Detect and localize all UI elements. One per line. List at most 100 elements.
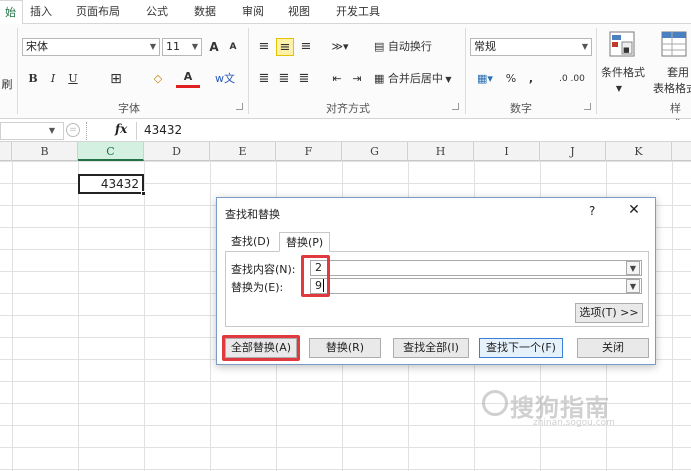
name-box[interactable]: ▼ xyxy=(0,122,64,140)
format-as-table-button-line2[interactable]: 表格格式 xyxy=(650,80,691,98)
column-header-e[interactable]: E xyxy=(210,142,276,161)
align-center-button[interactable]: ≣ xyxy=(276,70,292,88)
column-header-row: B C D E F G H I J K xyxy=(0,142,691,161)
tab-insert[interactable]: 插入 xyxy=(24,0,58,24)
column-header-b[interactable]: B xyxy=(12,142,78,161)
svg-text:■: ■ xyxy=(623,46,630,54)
font-dialog-launcher[interactable] xyxy=(236,103,243,110)
chevron-down-icon: ▼ xyxy=(191,42,198,51)
indent-decrease-icon: ⇤ xyxy=(332,72,342,85)
chevron-down-icon: ▼ xyxy=(442,75,452,84)
ribbon: 刷 宋体 ▼ 11 ▼ A A B I U ⊞ ◇ A w文 字体 ≡ ≡ ≡ … xyxy=(0,24,691,131)
active-cell[interactable]: 43432 xyxy=(78,174,146,196)
alignment-dialog-launcher[interactable] xyxy=(452,103,459,110)
chevron-down-icon[interactable]: ▼ xyxy=(626,279,640,293)
chevron-down-icon: ▼ xyxy=(48,126,55,135)
decrease-indent-button[interactable]: ⇤ xyxy=(328,70,346,88)
column-header-j[interactable]: J xyxy=(540,142,606,161)
align-middle-button[interactable]: ≡ xyxy=(276,38,294,56)
chevron-down-icon: ▼ xyxy=(581,42,588,51)
tab-find[interactable]: 查找(D) xyxy=(225,232,276,252)
tab-review[interactable]: 审阅 xyxy=(236,0,270,24)
find-what-input[interactable]: 2 xyxy=(310,260,642,276)
find-next-button[interactable]: 查找下一个(F) xyxy=(479,338,563,358)
number-group-label: 数字 xyxy=(510,102,532,115)
insert-function-button[interactable]: fx xyxy=(115,122,127,136)
align-right-button[interactable]: ≣ xyxy=(296,70,312,88)
merge-center-button[interactable]: ▦ 合并后居中 ▼ xyxy=(374,70,460,88)
tab-view[interactable]: 视图 xyxy=(282,0,316,24)
column-header-f[interactable]: F xyxy=(276,142,342,161)
align-right-icon: ≣ xyxy=(298,71,310,86)
increase-indent-button[interactable]: ⇥ xyxy=(348,70,366,88)
font-name-select[interactable]: 宋体 ▼ xyxy=(22,38,160,56)
find-replace-dialog: 查找和替换 ? ✕ 查找(D) 替换(P) 查找内容(N): 2 ▼ 替换为(E… xyxy=(216,197,656,365)
currency-icon: ▦▾ xyxy=(477,72,493,85)
paint-bucket-icon: ◇ xyxy=(153,72,163,85)
wrap-text-icon: ▤ xyxy=(374,40,388,53)
column-header-c[interactable]: C xyxy=(78,142,144,161)
tab-home[interactable]: 始 xyxy=(0,0,23,24)
decimal-buttons[interactable]: .0 .00 xyxy=(552,70,592,88)
column-header-h[interactable]: H xyxy=(408,142,474,161)
merge-icon: ▦ xyxy=(374,72,388,85)
fill-color-button[interactable]: ◇ xyxy=(146,70,170,88)
fill-handle[interactable] xyxy=(141,191,146,196)
options-button[interactable]: 选项(T) >> xyxy=(575,303,643,323)
replace-button[interactable]: 替换(R) xyxy=(309,338,381,358)
close-icon[interactable]: ✕ xyxy=(625,202,643,218)
tab-data[interactable]: 数据 xyxy=(188,0,222,24)
tab-formulas[interactable]: 公式 xyxy=(140,0,174,24)
font-size-select[interactable]: 11 ▼ xyxy=(162,38,202,56)
tab-developer[interactable]: 开发工具 xyxy=(330,0,386,24)
select-all-corner[interactable] xyxy=(0,142,12,161)
close-button[interactable]: 关闭 xyxy=(577,338,649,358)
align-top-button[interactable]: ≡ xyxy=(256,38,272,56)
grow-font-button[interactable]: A xyxy=(206,38,222,56)
percent-button[interactable]: % xyxy=(504,70,518,88)
phonetic-icon: w文 xyxy=(215,72,235,85)
chevron-down-icon[interactable]: ▼ xyxy=(626,261,640,275)
help-button[interactable]: ? xyxy=(589,204,595,218)
align-left-button[interactable]: ≣ xyxy=(256,70,272,88)
italic-button[interactable]: I xyxy=(46,70,60,88)
column-header-d[interactable]: D xyxy=(144,142,210,161)
tab-replace[interactable]: 替换(P) xyxy=(279,232,331,252)
orientation-icon: ≫▾ xyxy=(331,40,349,53)
number-dialog-launcher[interactable] xyxy=(584,103,591,110)
accounting-format-button[interactable]: ▦▾ xyxy=(472,70,498,88)
replace-with-input[interactable]: 9 xyxy=(310,278,642,294)
orientation-button[interactable]: ≫▾ xyxy=(330,38,350,56)
cell-value: 43432 xyxy=(100,177,139,191)
chevron-down-icon: ▼ xyxy=(615,84,623,93)
number-format-value: 常规 xyxy=(474,40,496,53)
column-header-k[interactable]: K xyxy=(606,142,672,161)
find-all-button[interactable]: 查找全部(I) xyxy=(393,338,469,358)
dialog-title: 查找和替换 xyxy=(225,208,280,221)
font-name-value: 宋体 xyxy=(26,40,48,53)
conditional-format-icon: ■ xyxy=(608,30,636,58)
column-header-i[interactable]: I xyxy=(474,142,540,161)
ribbon-tab-bar: 始 插入 页面布局 公式 数据 审阅 视图 开发工具 xyxy=(0,0,691,24)
column-header-g[interactable]: G xyxy=(342,142,408,161)
tab-page-layout[interactable]: 页面布局 xyxy=(70,0,126,24)
formula-bar-divider xyxy=(86,122,88,140)
font-size-value: 11 xyxy=(166,40,180,53)
formula-input[interactable]: 43432 xyxy=(144,123,182,137)
comma-button[interactable]: , xyxy=(524,70,538,88)
number-format-select[interactable]: 常规 ▼ xyxy=(470,38,592,56)
font-color-button[interactable]: A xyxy=(176,70,200,88)
underline-button[interactable]: U xyxy=(66,70,80,88)
wrap-text-button[interactable]: ▤ 自动换行 xyxy=(374,38,440,56)
replace-panel: 查找内容(N): 2 ▼ 替换为(E): 9 ▼ 选项(T) >> xyxy=(225,251,649,327)
bold-button[interactable]: B xyxy=(26,70,40,88)
merge-center-label: 合并后居中 xyxy=(387,72,443,85)
align-bottom-button[interactable]: ≡ xyxy=(298,38,314,56)
cancel-entry-icon[interactable]: = xyxy=(66,123,80,137)
align-top-icon: ≡ xyxy=(258,39,270,54)
watermark-url: zhinan.sogou.com xyxy=(533,418,615,428)
border-button[interactable]: ⊞ xyxy=(104,70,128,88)
format-painter-button[interactable]: 刷 xyxy=(0,76,14,94)
shrink-font-button[interactable]: A xyxy=(226,38,240,56)
phonetic-button[interactable]: w文 xyxy=(212,70,238,88)
